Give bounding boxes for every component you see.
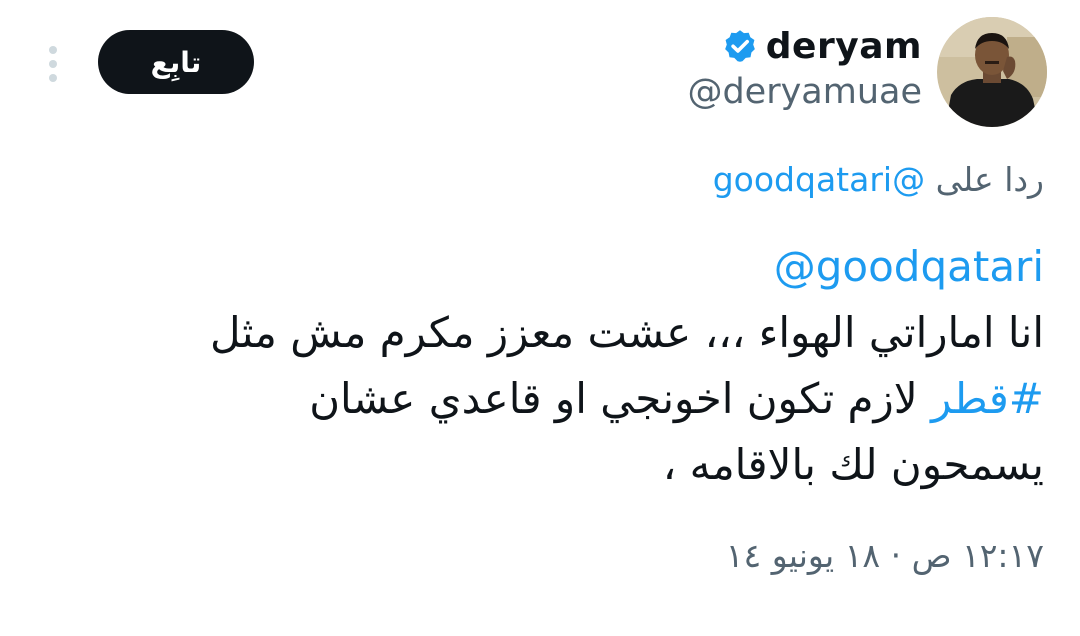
author-name-row: deryam: [687, 22, 922, 70]
profile-photo-icon: [937, 17, 1047, 127]
more-options-button[interactable]: [38, 40, 68, 88]
author-display-name[interactable]: deryam: [766, 26, 922, 67]
author-info[interactable]: deryam @deryamuae: [687, 22, 922, 113]
more-vertical-icon: [49, 46, 57, 82]
follow-button[interactable]: تابِع: [98, 30, 254, 94]
reply-prefix: ردا على: [935, 160, 1044, 199]
tweet-card: تابِع deryam @deryamuae ردا على @goodqat…: [0, 0, 1080, 636]
avatar[interactable]: [937, 17, 1047, 127]
reply-mention-link[interactable]: @goodqatari: [713, 160, 925, 199]
verified-badge-icon: [722, 28, 758, 64]
body-line-3: يسمحون لك بالاقامه ،: [662, 440, 1044, 489]
body-line-2: #قطر لازم تكون اخونجي او قاعدي عشان: [84, 366, 1044, 432]
tweet-text: @goodqatari انا اماراتي الهواء ،،، عشت م…: [84, 234, 1044, 498]
hashtag-link[interactable]: #قطر: [931, 374, 1044, 423]
body-line-2-text: لازم تكون اخونجي او قاعدي عشان: [309, 374, 932, 423]
tweet-timestamp[interactable]: ١٢:١٧ ص · ١٨ يونيو ١٤: [726, 536, 1044, 575]
author-handle[interactable]: @deryamuae: [687, 72, 922, 112]
reply-context: ردا على @goodqatari: [713, 160, 1044, 199]
body-line-1: انا اماراتي الهواء ،،، عشت معزز مكرم مش …: [209, 308, 1044, 357]
body-mention-link[interactable]: @goodqatari: [84, 234, 1044, 300]
